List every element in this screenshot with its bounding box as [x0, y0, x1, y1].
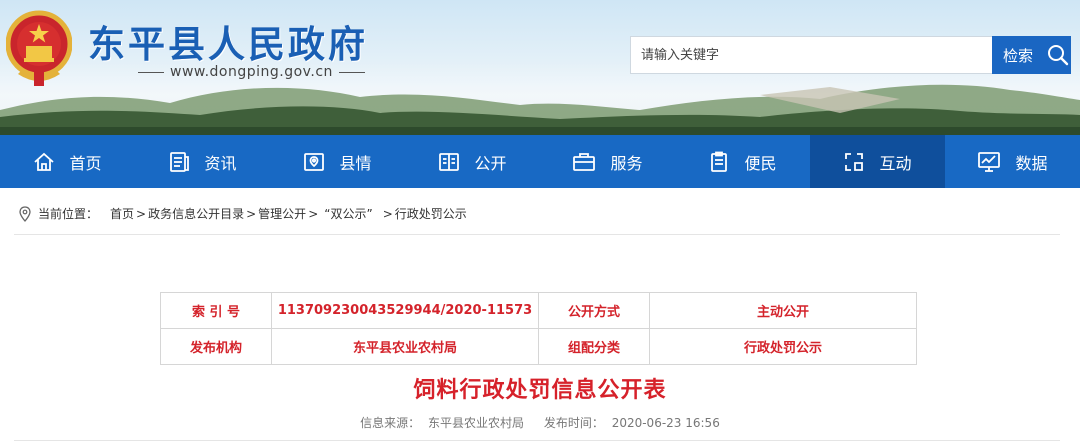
nav-label: 便民	[744, 153, 777, 173]
source-value: 东平县农业农村局	[428, 416, 525, 430]
search-icon[interactable]	[1044, 36, 1071, 74]
site-url: www.dongping.gov.cn	[170, 64, 333, 80]
nav-item-interact[interactable]: 互动	[810, 135, 945, 188]
breadcrumb-separator: >	[308, 206, 319, 221]
breadcrumb-separator: >	[136, 206, 147, 221]
main-nav: 首页 资讯 县情 公开 服务 便民 互动 数据	[0, 135, 1080, 188]
breadcrumb-item-double-public[interactable]: “双公示”	[324, 205, 372, 222]
search-button[interactable]: 检索	[992, 36, 1044, 74]
document-meta: 信息来源： 东平县农业农村局 发布时间： 2020-06-23 16:56	[0, 414, 1080, 431]
breadcrumb-item-penalty[interactable]: 行政处罚公示	[395, 205, 467, 222]
national-emblem-icon	[6, 10, 72, 86]
chart-monitor-icon	[978, 151, 1001, 172]
index-number-value: 113709230043529944/2020-11573	[271, 292, 539, 329]
table-row: 发布机构 东平县农业农村局 组配分类 行政处罚公示	[160, 328, 917, 365]
nav-item-convenience[interactable]: 便民	[675, 135, 810, 188]
breadcrumb-prefix: 当前位置：	[38, 207, 99, 221]
briefcase-icon	[573, 152, 596, 171]
nav-label: 公开	[474, 153, 507, 173]
time-label: 发布时间：	[543, 416, 604, 430]
breadcrumb-separator: >	[382, 206, 393, 221]
category-label: 组配分类	[538, 328, 650, 365]
breadcrumb-item-home[interactable]: 首页	[110, 205, 134, 222]
disclosure-method-value: 主动公开	[649, 292, 917, 329]
nav-label: 服务	[610, 153, 643, 173]
url-divider-left	[138, 71, 164, 73]
url-divider-right	[338, 71, 365, 73]
breadcrumb-separator: >	[246, 206, 257, 221]
document-info-table: 索 引 号 113709230043529944/2020-11573 公开方式…	[160, 292, 917, 365]
site-title: 东平县人民政府	[88, 23, 368, 66]
location-pin-icon	[19, 205, 31, 222]
time-value: 2020-06-23 16:56	[611, 416, 720, 430]
site-url-row: www.dongping.gov.cn	[138, 64, 365, 80]
breadcrumb-divider	[14, 234, 1060, 235]
table-row: 索 引 号 113709230043529944/2020-11573 公开方式…	[160, 292, 917, 329]
search-input[interactable]	[631, 37, 1011, 73]
index-number-label: 索 引 号	[160, 292, 272, 329]
publisher-label: 发布机构	[160, 328, 272, 365]
nav-item-service[interactable]: 服务	[540, 135, 675, 188]
nav-label: 资讯	[204, 153, 237, 173]
breadcrumb-item-management[interactable]: 管理公开	[258, 205, 306, 222]
header-banner: 东平县人民政府 www.dongping.gov.cn 检索	[0, 0, 1080, 135]
source-label: 信息来源：	[360, 416, 421, 430]
nav-item-news[interactable]: 资讯	[135, 135, 270, 188]
home-icon	[34, 152, 55, 171]
meta-divider	[14, 440, 1060, 441]
interact-icon	[845, 152, 864, 171]
nav-label: 县情	[339, 153, 372, 173]
breadcrumb: 当前位置： 首页 > 政务信息公开目录 > 管理公开 > “双公示” > 行政处…	[18, 205, 467, 222]
nav-item-data[interactable]: 数据	[945, 135, 1080, 188]
document-title: 饲料行政处罚信息公开表	[413, 378, 667, 403]
clipboard-icon	[711, 151, 728, 172]
map-icon	[304, 152, 325, 171]
nav-item-open[interactable]: 公开	[405, 135, 540, 188]
publisher-value: 东平县农业农村局	[271, 328, 539, 365]
disclosure-method-label: 公开方式	[538, 292, 650, 329]
nav-item-county[interactable]: 县情	[270, 135, 405, 188]
nav-label: 数据	[1015, 153, 1048, 173]
book-icon	[439, 152, 460, 171]
nav-label: 首页	[69, 153, 102, 173]
nav-item-home[interactable]: 首页	[0, 135, 135, 188]
nav-label: 互动	[879, 153, 912, 173]
search-box: 检索	[630, 36, 1071, 74]
breadcrumb-item-catalog[interactable]: 政务信息公开目录	[148, 205, 244, 222]
category-value: 行政处罚公示	[649, 328, 917, 365]
news-icon	[170, 151, 190, 172]
